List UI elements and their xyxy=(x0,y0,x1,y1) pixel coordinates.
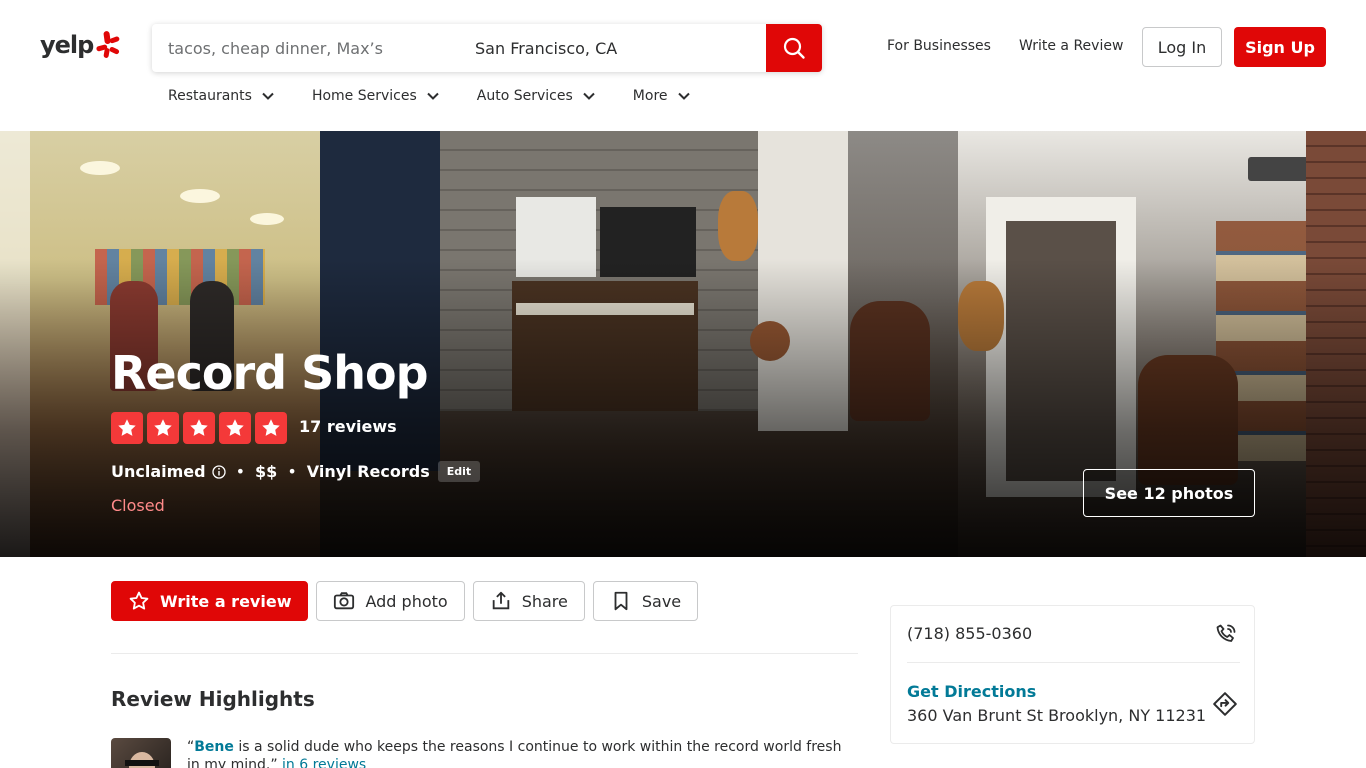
chevron-down-icon xyxy=(427,92,439,100)
star-outline-icon xyxy=(129,591,149,610)
add-photo-label: Add photo xyxy=(365,591,448,611)
yelp-burst-icon xyxy=(96,31,120,58)
bookmark-icon xyxy=(614,591,628,611)
chevron-down-icon xyxy=(677,92,690,100)
search-icon xyxy=(783,37,805,59)
edit-category-button[interactable]: Edit xyxy=(437,461,481,482)
nav-label: Auto Services xyxy=(476,88,573,104)
nav-more[interactable]: More xyxy=(633,88,690,104)
location-field[interactable] xyxy=(459,24,766,72)
nav-auto-services[interactable]: Auto Services xyxy=(477,88,595,104)
star-icon xyxy=(183,412,215,444)
for-businesses-link[interactable]: For Businesses xyxy=(887,38,991,54)
business-address: 360 Van Brunt St Brooklyn, NY 11231 xyxy=(907,706,1207,725)
star-icon xyxy=(255,412,287,444)
share-button[interactable]: Share xyxy=(472,581,585,621)
write-a-review-link[interactable]: Write a Review xyxy=(1019,38,1123,54)
category-link[interactable]: Vinyl Records xyxy=(307,462,430,481)
search-button[interactable] xyxy=(766,24,822,72)
write-review-label: Write a review xyxy=(160,591,292,611)
hours-status: Closed xyxy=(111,496,165,515)
nav-label: Home Services xyxy=(311,88,417,104)
info-icon[interactable] xyxy=(211,464,226,479)
nav-label: Restaurants xyxy=(168,88,252,104)
logo-text: yelp xyxy=(40,31,94,59)
star-rating xyxy=(111,412,287,444)
save-label: Save xyxy=(641,591,682,611)
highlight-review-link[interactable]: in 6 reviews xyxy=(282,757,366,768)
review-highlights-title: Review Highlights xyxy=(111,687,315,711)
save-button[interactable]: Save xyxy=(592,581,699,621)
category-nav: Restaurants Home Services Auto Services … xyxy=(168,88,728,104)
price-range: $$ xyxy=(255,462,278,481)
star-icon xyxy=(219,412,251,444)
meta-separator: • xyxy=(235,462,246,481)
action-bar: Write a review Add photo Share Save xyxy=(111,581,699,621)
add-photo-button[interactable]: Add photo xyxy=(316,581,465,621)
chevron-down-icon xyxy=(262,92,274,100)
business-name: Record Shop xyxy=(111,346,429,400)
photo-header[interactable]: Record Shop 17 reviews Unclaimed • $$ • … xyxy=(0,131,1366,557)
directions-icon[interactable] xyxy=(1212,691,1238,717)
find-field[interactable] xyxy=(152,24,459,72)
nav-label: More xyxy=(632,88,668,104)
share-label: Share xyxy=(521,591,568,611)
site-header: yelp For Businesses Write a Review xyxy=(0,0,1366,131)
search-bar xyxy=(152,24,822,72)
share-icon xyxy=(492,591,509,610)
yelp-logo[interactable]: yelp xyxy=(40,30,121,60)
business-meta: Unclaimed • $$ • Vinyl Records Edit xyxy=(111,461,481,482)
login-button[interactable]: Log In xyxy=(1142,27,1222,67)
review-count-link[interactable]: 17 reviews xyxy=(299,417,397,436)
section-divider xyxy=(111,653,858,654)
star-icon xyxy=(111,412,143,444)
highlight-keyword[interactable]: Bene xyxy=(194,739,234,755)
signup-button[interactable]: Sign Up xyxy=(1234,27,1326,67)
card-divider xyxy=(907,662,1240,663)
phone-icon[interactable] xyxy=(1214,622,1238,646)
reviewer-avatar[interactable] xyxy=(111,738,171,768)
star-icon xyxy=(147,412,179,444)
meta-separator: • xyxy=(287,462,297,481)
phone-number[interactable]: (718) 855-0360 xyxy=(907,624,1240,643)
claim-status: Unclaimed xyxy=(111,462,206,481)
see-all-photos-button[interactable]: See 12 photos xyxy=(1083,469,1255,517)
get-directions-link[interactable]: Get Directions xyxy=(907,682,1240,701)
camera-icon xyxy=(334,592,355,610)
chevron-down-icon xyxy=(583,92,595,100)
contact-card: (718) 855-0360 Get Directions 360 Van Br… xyxy=(890,605,1255,744)
nav-restaurants[interactable]: Restaurants xyxy=(168,88,274,104)
find-input[interactable] xyxy=(168,38,459,58)
nav-home-services[interactable]: Home Services xyxy=(312,88,439,104)
location-input[interactable] xyxy=(475,38,766,58)
write-review-button[interactable]: Write a review xyxy=(111,581,309,621)
review-highlight-quote: “Bene is a solid dude who keeps the reas… xyxy=(187,738,847,768)
